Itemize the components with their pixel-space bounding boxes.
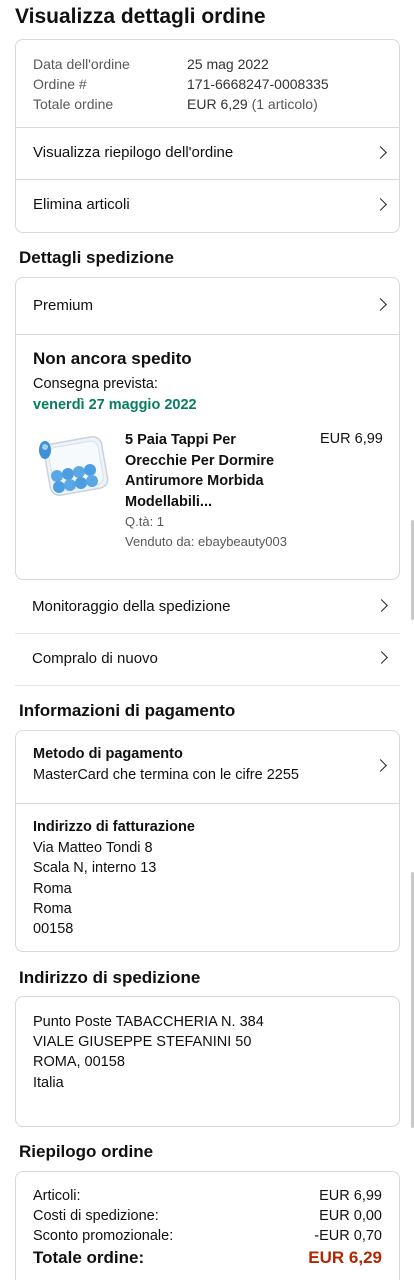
delivery-address-line: ROMA, 00158 xyxy=(33,1054,125,1070)
buy-again-label: Compralo di nuovo xyxy=(32,650,158,667)
chevron-right-icon xyxy=(375,651,388,664)
payment-card: Metodo di pagamento MasterCard che termi… xyxy=(15,730,400,952)
shipment-status: Non ancora spedito xyxy=(33,349,192,368)
product-price: EUR 6,99 xyxy=(320,431,383,447)
summary-section-title: Riepilogo ordine xyxy=(19,1142,154,1161)
track-shipment-label: Monitoraggio della spedizione xyxy=(32,598,231,615)
summary-row-value: EUR 6,99 xyxy=(319,1188,382,1204)
order-number-label: Ordine # xyxy=(33,76,87,92)
delivery-address-line: Italia xyxy=(33,1075,64,1091)
page-title: Visualizza dettagli ordine xyxy=(15,5,266,28)
delivery-label: Consegna prevista: xyxy=(33,376,158,392)
order-date-value: 25 mag 2022 xyxy=(187,56,269,72)
shipping-section-title: Dettagli spedizione xyxy=(19,248,174,267)
premium-shipping-link[interactable]: Premium xyxy=(16,278,399,334)
product-title-line: 5 Paia Tappi Per xyxy=(125,432,236,448)
divider xyxy=(15,685,400,686)
summary-row-label: Sconto promozionale: xyxy=(33,1228,174,1244)
summary-total-value: EUR 6,29 xyxy=(308,1248,382,1267)
order-total-label: Totale ordine xyxy=(33,96,114,112)
summary-row-value: -EUR 0,70 xyxy=(314,1228,382,1244)
order-total-items: (1 articolo) xyxy=(251,96,318,112)
buy-again-link[interactable]: Compralo di nuovo xyxy=(15,634,400,685)
delivery-address-line: VIALE GIUSEPPE STEFANINI 50 xyxy=(33,1034,252,1050)
order-date-label: Data dell'ordine xyxy=(33,56,130,72)
order-number-value: 171-6668247-0008335 xyxy=(187,76,329,92)
payment-method-link[interactable]: Metodo di pagamento MasterCard che termi… xyxy=(16,731,399,803)
view-order-summary-label: Visualizza riepilogo dell'ordine xyxy=(33,144,234,161)
product-seller: Venduto da: ebaybeauty003 xyxy=(125,534,287,549)
chevron-right-icon xyxy=(374,759,387,772)
order-info-card: Data dell'ordine 25 mag 2022 Ordine # 17… xyxy=(15,39,400,233)
earplug-product-image xyxy=(39,436,109,496)
order-total-amount: EUR 6,29 xyxy=(187,96,248,112)
chevron-right-icon xyxy=(374,198,387,211)
summary-row-label: Costi di spedizione: xyxy=(33,1208,159,1224)
product-title-link[interactable]: 5 Paia Tappi Per Orecchie Per Dormire An… xyxy=(125,430,305,512)
divider xyxy=(16,803,399,804)
payment-section-title: Informazioni di pagamento xyxy=(19,701,236,720)
billing-address-line: 00158 xyxy=(33,921,74,937)
delivery-date: venerdì 27 maggio 2022 xyxy=(33,397,197,413)
chevron-right-icon xyxy=(374,298,387,311)
delivery-address-line: Punto Poste TABACCHERIA N. 384 xyxy=(33,1014,264,1030)
product-title-line: Orecchie Per Dormire xyxy=(125,452,275,469)
product-title-line: Modellabili... xyxy=(125,493,213,510)
product-image[interactable] xyxy=(33,430,113,506)
chevron-right-icon xyxy=(375,599,388,612)
product-quantity: Q.tà: 1 xyxy=(125,514,165,529)
delete-items-link[interactable]: Elimina articoli xyxy=(16,180,399,232)
divider xyxy=(16,334,399,335)
payment-method-value: MasterCard che termina con le cifre 2255 xyxy=(33,767,299,783)
billing-address-title: Indirizzo di fatturazione xyxy=(33,819,195,835)
view-order-summary-link[interactable]: Visualizza riepilogo dell'ordine xyxy=(16,128,399,179)
track-shipment-link[interactable]: Monitoraggio della spedizione xyxy=(15,582,400,633)
premium-label: Premium xyxy=(33,297,94,314)
product-title-line: Antirumore Morbida xyxy=(125,473,264,489)
summary-row-value: EUR 0,00 xyxy=(319,1208,382,1224)
billing-address-line: Roma xyxy=(33,881,72,897)
summary-row-label: Articoli: xyxy=(33,1188,81,1204)
delivery-address-section-title: Indirizzo di spedizione xyxy=(19,968,201,987)
payment-method-title: Metodo di pagamento xyxy=(33,746,183,762)
billing-address-line: Roma xyxy=(33,901,72,917)
chevron-right-icon xyxy=(374,146,387,159)
order-total-value: EUR 6,29 (1 articolo) xyxy=(187,96,318,112)
billing-address-line: Scala N, interno 13 xyxy=(33,860,157,876)
billing-address-line: Via Matteo Tondi 8 xyxy=(33,840,153,856)
summary-total-label: Totale ordine: xyxy=(33,1248,145,1267)
delivery-address-card: Punto Poste TABACCHERIA N. 384 VIALE GIU… xyxy=(15,996,400,1127)
summary-card: Articoli: EUR 6,99 Costi di spedizione: … xyxy=(15,1171,400,1280)
shipping-card: Premium Non ancora spedito Consegna prev… xyxy=(15,277,400,580)
delete-items-label: Elimina articoli xyxy=(33,196,130,213)
